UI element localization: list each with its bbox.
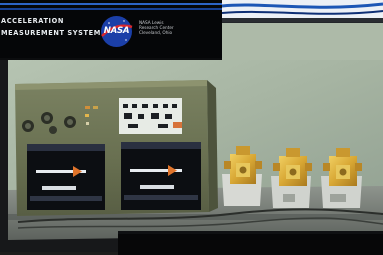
electronics-enclosure [15,80,218,216]
center-name: NASA Lewis Research Center Cleveland, Oh… [139,20,174,36]
header-line-2: MEASUREMENT SYSTEM [1,29,101,37]
header-line-1: ACCELERATION [1,17,64,25]
recorder-panel-right [121,142,201,210]
top-banner [221,0,383,22]
nasa-logo: NASA [100,15,133,48]
caption-label: ACCELERATION MEASUREMENT SYSTEM NASA NAS… [0,0,222,60]
nasa-logo-text: NASA [103,26,130,36]
bottom-inset-panel [118,231,383,255]
recorder-panel-left [27,144,105,210]
